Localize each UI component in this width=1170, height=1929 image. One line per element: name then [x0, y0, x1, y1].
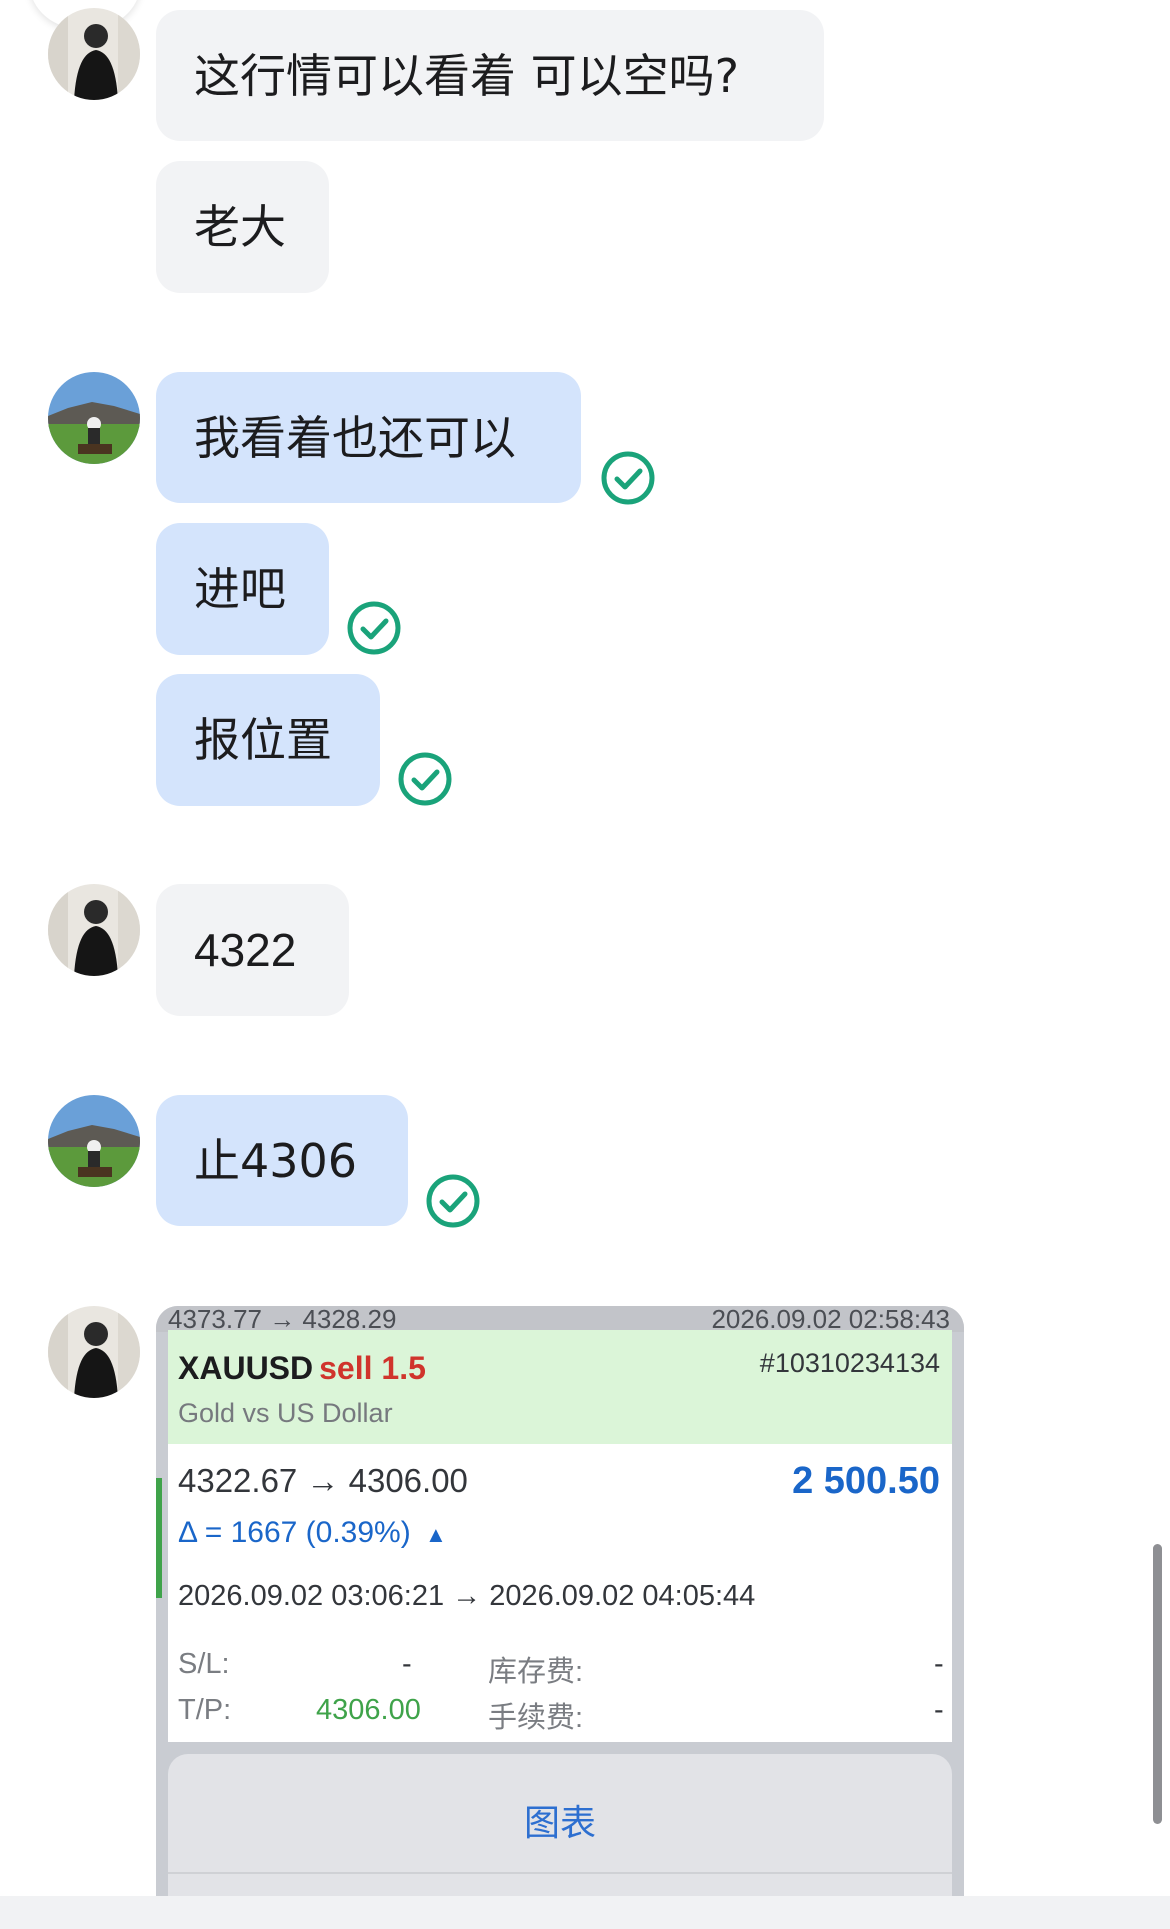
avatar-other-user[interactable] — [48, 8, 140, 100]
message-bubble-6[interactable]: 4322 — [156, 884, 349, 1016]
trade-times: 2026.09.02 03:06:21 → 2026.09.02 04:05:4… — [178, 1580, 756, 1612]
sl-value: - — [402, 1648, 412, 1680]
delta-line: Δ = 1667 (0.39%) ▲ — [178, 1516, 447, 1550]
tp-value: 4306.00 — [316, 1694, 421, 1726]
message-text: 这行情可以看着 可以空吗? — [194, 48, 740, 103]
swap-label: 库存费: — [488, 1656, 584, 1688]
message-bubble-5[interactable]: 报位置 — [156, 674, 380, 806]
trade-side: sell 1.5 — [319, 1350, 426, 1386]
chevron-up-icon: ▲ — [425, 1522, 447, 1547]
card-top-strip: 4373.77 → 4328.29 2026.09.02 02:58:43 — [156, 1306, 964, 1334]
message-text: 报位置 — [194, 713, 332, 767]
message-bubble-4[interactable]: 进吧 — [156, 523, 329, 655]
profit-value: 2 500.50 — [792, 1460, 940, 1502]
message-text: 老大 — [194, 200, 286, 254]
avatar-self[interactable] — [48, 372, 140, 464]
avatar-other-user[interactable] — [48, 1306, 140, 1398]
sl-label: S/L: — [178, 1648, 230, 1680]
message-bubble-2[interactable]: 老大 — [156, 161, 329, 293]
tp-label: T/P: — [178, 1694, 232, 1726]
read-check-icon — [600, 450, 656, 506]
delta-value: Δ = 1667 (0.39%) — [178, 1516, 411, 1549]
sheet-divider — [168, 1872, 952, 1874]
symbol-line: XAUUSD sell 1.5 — [178, 1350, 426, 1387]
symbol-description: Gold vs US Dollar — [178, 1398, 393, 1428]
message-bubble-7[interactable]: 止4306 — [156, 1095, 408, 1226]
trade-detail-panel: XAUUSD sell 1.5 #10310234134 Gold vs US D… — [156, 1330, 952, 1742]
message-text: 我看着也还可以 — [194, 410, 516, 465]
chart-action[interactable]: 图表 — [168, 1794, 952, 1846]
chat-screen: 这行情可以看着 可以空吗? 老大 我看着也还可以 进吧 报位置 4322 止43… — [0, 0, 1170, 1929]
commission-value: - — [934, 1694, 944, 1726]
input-bar[interactable] — [0, 1896, 1170, 1929]
read-check-icon — [397, 751, 453, 807]
price-change: 4322.67 → 4306.00 — [178, 1462, 468, 1499]
commission-label: 手续费: — [488, 1702, 584, 1734]
swap-value: - — [934, 1648, 944, 1680]
scrollbar[interactable] — [1153, 1544, 1162, 1824]
message-bubble-3[interactable]: 我看着也还可以 — [156, 372, 581, 503]
trade-screenshot-image[interactable]: 4373.77 → 4328.29 2026.09.02 02:58:43 XA… — [156, 1306, 964, 1929]
message-text: 4322 — [194, 924, 297, 976]
message-text: 止4306 — [194, 1133, 358, 1188]
read-check-icon — [425, 1173, 481, 1229]
read-check-icon — [346, 600, 402, 656]
trade-header: XAUUSD sell 1.5 #10310234134 Gold vs US D… — [168, 1330, 952, 1444]
avatar-self[interactable] — [48, 1095, 140, 1187]
symbol: XAUUSD — [178, 1350, 314, 1386]
message-bubble-1[interactable]: 这行情可以看着 可以空吗? — [156, 10, 824, 141]
order-id: #10310234134 — [759, 1348, 940, 1378]
profit-indicator-bar — [156, 1478, 162, 1598]
avatar-other-user[interactable] — [48, 884, 140, 976]
message-text: 进吧 — [194, 562, 286, 616]
